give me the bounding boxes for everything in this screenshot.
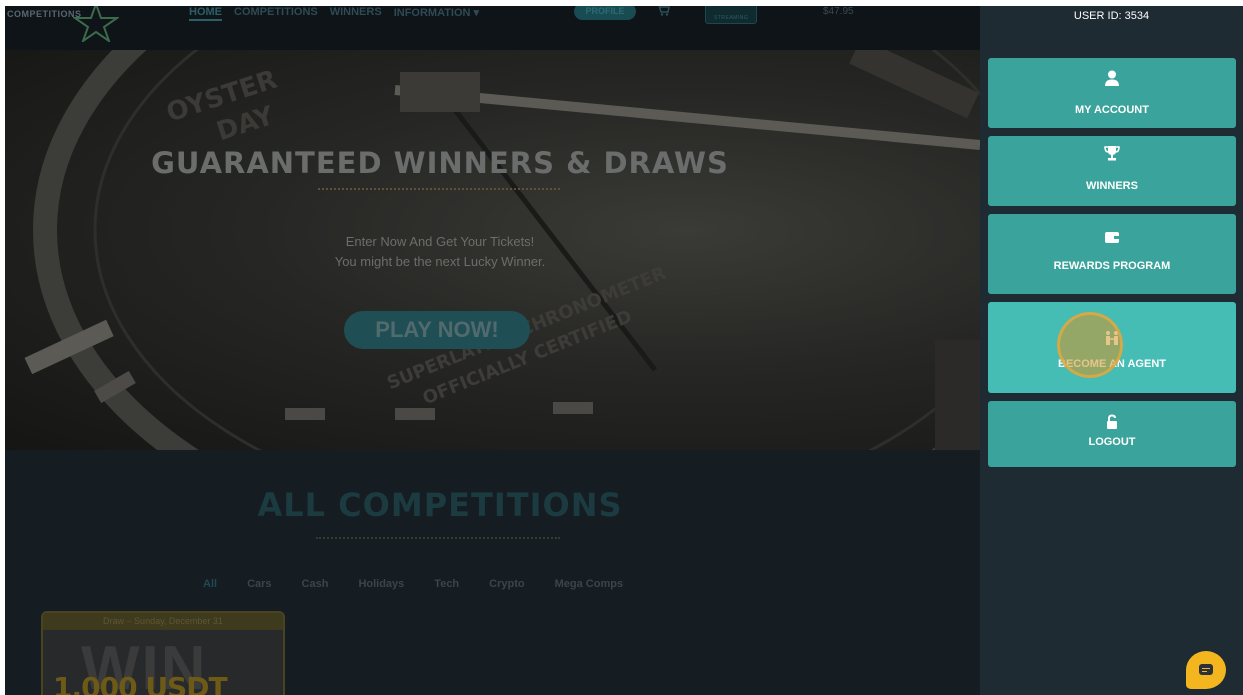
nav-link-competitions[interactable]: COMPETITIONS (234, 6, 318, 21)
competitions-divider (316, 537, 560, 539)
trophy-icon (1104, 146, 1120, 161)
card-draw-date: Draw – Sunday, December 31 (43, 613, 283, 630)
watch-background-image: OYSTER DAY SUPERLATIVE CHRONOMETER OFFIC… (24, 50, 980, 450)
menu-winners[interactable]: WINNERS (988, 136, 1236, 206)
hero-divider (318, 188, 560, 190)
menu-my-account[interactable]: MY ACCOUNT (988, 58, 1236, 128)
filter-holidays[interactable]: Holidays (358, 578, 404, 590)
chat-icon (1199, 664, 1213, 675)
menu-logout[interactable]: LOGOUT (988, 401, 1236, 467)
profile-button[interactable]: PROFILE (574, 6, 636, 20)
hero-banner: OYSTER DAY SUPERLATIVE CHRONOMETER OFFIC… (5, 50, 980, 450)
filter-crypto[interactable]: Crypto (489, 578, 524, 590)
nav-link-information-label: INFORMATION (393, 7, 471, 19)
logo-text[interactable]: COMPETITIONS (7, 9, 82, 19)
competition-filters: All Cars Cash Holidays Tech Crypto Mega … (203, 578, 653, 590)
menu-logout-label: LOGOUT (1088, 436, 1136, 448)
filter-cash[interactable]: Cash (302, 578, 329, 590)
play-now-button[interactable]: PLAY NOW! (344, 311, 530, 349)
unlock-icon (1107, 414, 1117, 429)
nav-link-winners[interactable]: WINNERS (330, 6, 382, 21)
card-prize: 1,000 USDT (53, 671, 228, 695)
top-navigation: COMPETITIONS HOME COMPETITIONS WINNERS I… (5, 6, 980, 50)
chat-button[interactable] (1186, 651, 1226, 689)
user-id: USER ID: 3534 (1073, 10, 1150, 22)
nav-link-information[interactable]: INFORMATION ▾ (394, 6, 479, 21)
competitions-title: ALL COMPETITIONS (257, 486, 623, 524)
website-background: COMPETITIONS HOME COMPETITIONS WINNERS I… (5, 6, 980, 695)
nav-links: HOME COMPETITIONS WINNERS INFORMATION ▾ (189, 6, 479, 21)
filter-mega-comps[interactable]: Mega Comps (555, 578, 623, 590)
menu-rewards-program[interactable]: REWARDS PROGRAM (988, 214, 1236, 294)
hero-title: GUARANTEED WINNERS & DRAWS (151, 146, 729, 180)
filter-tech[interactable]: Tech (434, 578, 459, 590)
hero-subtitle-line-2: You might be the next Lucky Winner. (334, 254, 546, 269)
cart-icon[interactable] (656, 6, 670, 16)
click-indicator (1057, 312, 1123, 378)
competition-card[interactable]: Draw – Sunday, December 31 WIN 1,000 USD… (41, 611, 285, 695)
filter-cars[interactable]: Cars (247, 578, 271, 590)
cart-total: $47.95 (823, 6, 854, 17)
menu-winners-label: WINNERS (1086, 180, 1138, 192)
wallet-icon (1105, 232, 1119, 243)
menu-my-account-label: MY ACCOUNT (1075, 104, 1149, 116)
logo-star-icon[interactable] (73, 6, 119, 42)
live-streaming-label: STREAMING (714, 15, 749, 21)
filter-all[interactable]: All (203, 578, 217, 590)
nav-link-home[interactable]: HOME (189, 6, 222, 21)
hero-subtitle-line-1: Enter Now And Get Your Tickets! (345, 234, 535, 249)
menu-rewards-program-label: REWARDS PROGRAM (1053, 260, 1171, 272)
live-streaming-badge[interactable]: STREAMING (705, 6, 757, 24)
user-icon (1105, 70, 1119, 86)
